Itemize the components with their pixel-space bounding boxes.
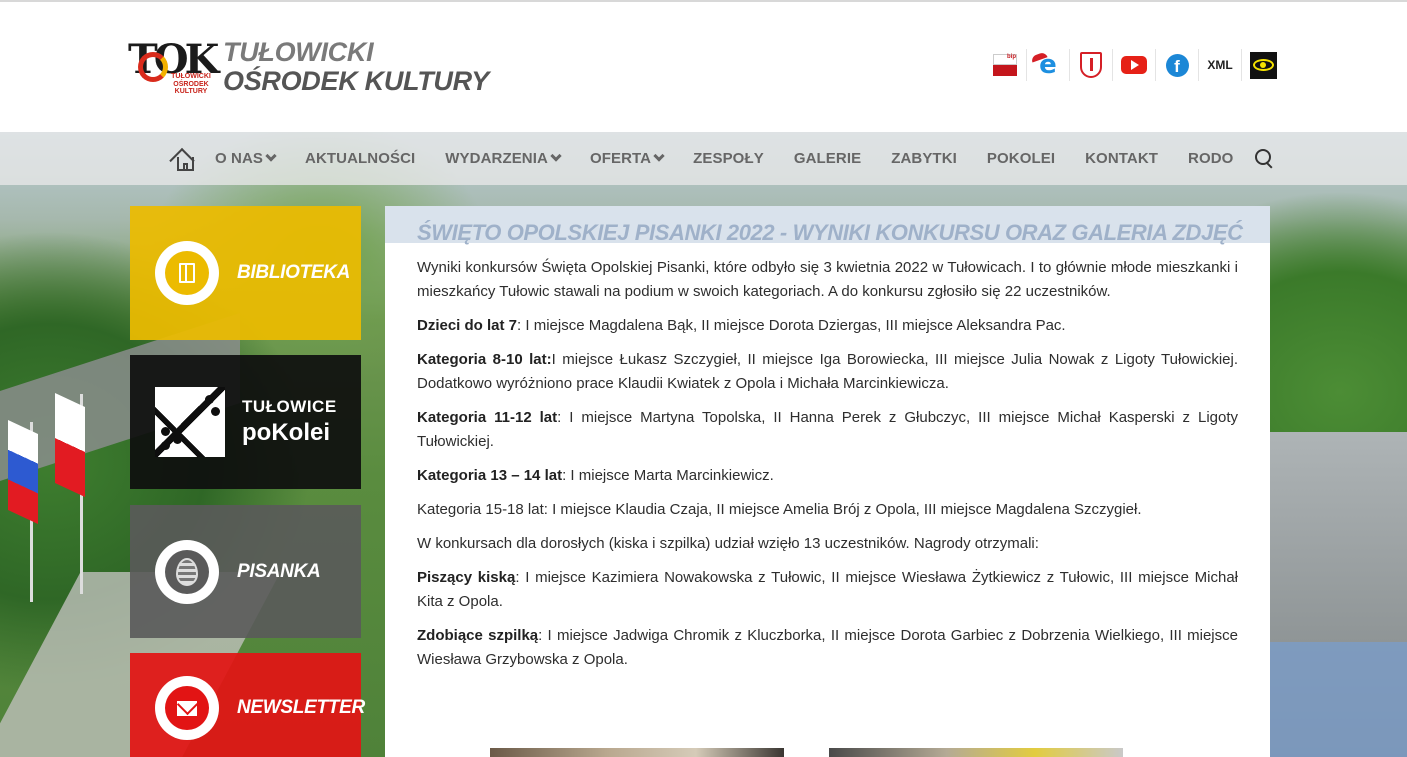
sidebar-tile-pokolei[interactable]: TUŁOWICE poKolei: [130, 355, 361, 489]
nav-item-pokolei[interactable]: POKOLEI: [987, 150, 1055, 167]
nav-item-label: POKOLEI: [986, 150, 1056, 167]
biblioteka-badge: [155, 241, 219, 305]
epuap-link[interactable]: e: [1027, 49, 1070, 81]
flag-poland: [55, 393, 85, 497]
bip-link[interactable]: bip: [984, 49, 1027, 81]
header-icon-bar: bip e f XML: [984, 49, 1285, 81]
category-results: : I miejsce Jadwiga Chromik z Kluczborka…: [417, 627, 1238, 668]
pokolei-logo-icon: [155, 387, 225, 457]
logo-ring-icon: [138, 52, 168, 82]
site-title-line2: OŚRODEK KULTURY: [223, 66, 490, 96]
nav-item-zabytki[interactable]: ZABYTKI: [891, 150, 957, 167]
nav-item-label: WYDARZENIA: [445, 150, 548, 167]
coat-of-arms-link[interactable]: [1070, 49, 1113, 81]
site-title-line1: TUŁOWICKI: [223, 37, 374, 67]
accessibility-link[interactable]: [1242, 49, 1285, 81]
article-body: Wyniki konkursów Święta Opolskiej Pisank…: [417, 256, 1238, 682]
nav-item-aktualnosci[interactable]: AKTUALNOŚCI: [305, 150, 415, 167]
sidebar-tile-biblioteka[interactable]: BIBLIOTEKA: [130, 206, 361, 340]
sidebar-tile-pisanka[interactable]: PISANKA: [130, 505, 361, 638]
nav-item-wydarzenia[interactable]: WYDARZENIA: [445, 150, 562, 167]
nav-item-label: ZABYTKI: [891, 150, 957, 167]
facebook-icon: f: [1165, 53, 1189, 77]
envelope-icon: [177, 700, 197, 716]
pokolei-line2: poKolei: [242, 419, 330, 446]
adults-intro: W konkursach dla dorosłych (kiska i szpi…: [417, 535, 1039, 552]
home-icon[interactable]: [169, 146, 199, 173]
sidebar-tile-newsletter[interactable]: NEWSLETTER: [130, 653, 365, 757]
gallery-thumbnail[interactable]: [829, 748, 1123, 757]
photo-building-roof: [1270, 432, 1407, 757]
category-results: : I miejsce Marta Marcinkiewicz.: [562, 467, 774, 484]
site-header: TOK TUŁOWICKI OŚRODEK KULTURY TUŁOWICKI …: [0, 2, 1407, 132]
nav-item-kontakt[interactable]: KONTAKT: [1085, 150, 1158, 167]
result-paragraph: Kategoria 15-18 lat: I miejsce Klaudia C…: [417, 501, 1142, 518]
result-paragraph: Kategoria 13 – 14 lat: I miejsce Marta M…: [417, 464, 1238, 488]
main-nav: O NAS AKTUALNOŚCI WYDARZENIA OFERTA ZESP…: [0, 132, 1407, 185]
category-label: Piszący kiską: [417, 569, 516, 586]
nav-item-galerie[interactable]: GALERIE: [794, 150, 861, 167]
result-paragraph: Piszący kiską: I miejsce Kazimiera Nowak…: [417, 566, 1238, 614]
xml-icon: XML: [1207, 58, 1233, 72]
site-title[interactable]: TUŁOWICKI OŚRODEK KULTURY: [223, 38, 489, 96]
pokolei-text: TUŁOWICE poKolei: [242, 397, 337, 447]
gallery-thumbnail[interactable]: [490, 748, 784, 757]
nav-item-label: ZESPOŁY: [693, 150, 764, 167]
epuap-icon: e: [1039, 50, 1057, 80]
category-label: Kategoria 13 – 14 lat: [417, 467, 563, 484]
category-label: Kategoria 11-12 lat: [417, 409, 558, 426]
bip-icon: bip: [993, 54, 1017, 76]
easter-egg-icon: [176, 557, 198, 586]
nav-item-o-nas[interactable]: O NAS: [215, 150, 277, 167]
result-paragraph: Kategoria 8-10 lat:I miejsce Łukasz Szcz…: [417, 348, 1238, 396]
coat-of-arms-icon: [1080, 52, 1102, 78]
article-title: ŚWIĘTO OPOLSKIEJ PISANKI 2022 - WYNIKI K…: [417, 220, 1243, 245]
result-paragraph: Zdobiące szpilką: I miejsce Jadwiga Chro…: [417, 624, 1238, 672]
nav-item-label: AKTUALNOŚCI: [305, 150, 416, 167]
category-label: Zdobiące szpilką: [417, 627, 539, 644]
chevron-down-icon: [653, 150, 665, 162]
xml-link[interactable]: XML: [1199, 49, 1242, 81]
nav-item-label: KONTAKT: [1085, 150, 1159, 167]
search-icon[interactable]: [1255, 148, 1275, 169]
result-paragraph: Dzieci do lat 7: I miejsce Magdalena Bąk…: [417, 314, 1238, 338]
result-paragraph: Kategoria 11-12 lat: I miejsce Martyna T…: [417, 406, 1238, 454]
chevron-down-icon: [550, 150, 562, 162]
facebook-link[interactable]: f: [1156, 49, 1199, 81]
nav-item-label: RODO: [1188, 150, 1234, 167]
flag-tulowice: [8, 420, 38, 524]
youtube-icon: [1121, 56, 1147, 74]
nav-item-oferta[interactable]: OFERTA: [589, 150, 665, 167]
newsletter-badge: [155, 676, 219, 740]
article: ŚWIĘTO OPOLSKIEJ PISANKI 2022 - WYNIKI K…: [385, 206, 1270, 757]
tile-label: BIBLIOTEKA: [237, 262, 351, 283]
youtube-link[interactable]: [1113, 49, 1156, 81]
category-label: Kategoria 8-10 lat:: [417, 351, 552, 368]
nav-item-label: GALERIE: [793, 150, 862, 167]
nav-item-rodo[interactable]: RODO: [1188, 150, 1233, 167]
site-logo[interactable]: TOK TUŁOWICKI OŚRODEK KULTURY: [128, 40, 219, 102]
tile-label: NEWSLETTER: [237, 697, 365, 718]
category-results: : I miejsce Kazimiera Nowakowska z Tułow…: [417, 569, 1239, 610]
logo-subtitle: TUŁOWICKI OŚRODEK KULTURY: [171, 73, 211, 95]
nav-item-label: OFERTA: [589, 150, 652, 167]
tile-label: PISANKA: [237, 560, 321, 582]
article-intro: Wyniki konkursów Święta Opolskiej Pisank…: [417, 259, 1238, 300]
category-results: : I miejsce Magdalena Bąk, II miejsce Do…: [517, 317, 1066, 334]
nav-item-label: O NAS: [215, 150, 264, 167]
chevron-down-icon: [265, 150, 277, 162]
nav-item-zespoly[interactable]: ZESPOŁY: [693, 150, 764, 167]
book-icon: [179, 263, 195, 283]
pokolei-line1: TUŁOWICE: [242, 397, 337, 416]
accessibility-eye-icon: [1250, 51, 1277, 79]
pisanka-badge: [155, 539, 219, 604]
category-label: Dzieci do lat 7: [417, 317, 518, 334]
